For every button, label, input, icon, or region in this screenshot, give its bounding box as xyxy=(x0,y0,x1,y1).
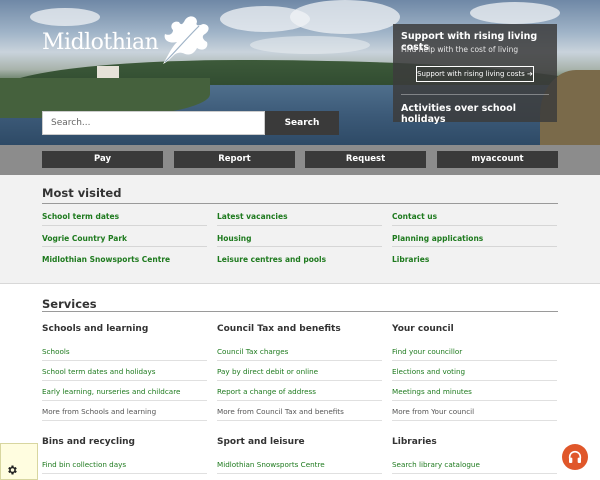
list-item[interactable]: Libraries xyxy=(392,255,429,264)
category-your-council[interactable]: Your council xyxy=(392,324,454,334)
headphones-icon xyxy=(568,450,582,463)
promo-panel: Support with rising living costs Find he… xyxy=(393,24,557,125)
list-item[interactable]: Latest vacancies xyxy=(217,212,288,221)
promo-subtitle: Find help with the cost of living xyxy=(401,45,519,54)
more-link[interactable]: More from Your council xyxy=(392,407,474,416)
search-button[interactable]: Search xyxy=(265,111,339,135)
school-holidays-link[interactable]: Activities over school holidays xyxy=(401,103,557,125)
list-item[interactable]: Contact us xyxy=(392,212,437,221)
list-item[interactable]: Meetings and minutes xyxy=(392,387,472,396)
list-item[interactable]: Planning applications xyxy=(392,234,483,243)
list-item[interactable]: Find your councillor xyxy=(392,347,462,356)
list-item[interactable]: Midlothian Snowsports Centre xyxy=(217,460,325,469)
gear-icon xyxy=(8,465,17,475)
list-item[interactable]: Vogrie Country Park xyxy=(42,234,127,243)
report-button[interactable]: Report xyxy=(174,151,295,168)
search-input[interactable]: Search... xyxy=(42,111,265,135)
category-council-tax[interactable]: Council Tax and benefits xyxy=(217,324,341,334)
list-item[interactable]: Early learning, nurseries and childcare xyxy=(42,387,180,396)
section-separator xyxy=(0,283,600,284)
list-item[interactable]: School term dates and holidays xyxy=(42,367,155,376)
myaccount-button[interactable]: myaccount xyxy=(437,151,558,168)
list-item[interactable]: School term dates xyxy=(42,212,119,221)
list-item[interactable]: Council Tax charges xyxy=(217,347,288,356)
pay-button[interactable]: Pay xyxy=(42,151,163,168)
listen-button[interactable] xyxy=(562,444,588,470)
list-item[interactable]: Elections and voting xyxy=(392,367,465,376)
list-item[interactable]: Report a change of address xyxy=(217,387,316,396)
list-item[interactable]: Pay by direct debit or online xyxy=(217,367,318,376)
promo-divider xyxy=(401,94,549,95)
oak-leaf-logo-icon xyxy=(163,16,209,64)
cookie-settings-button[interactable] xyxy=(0,443,38,480)
list-item[interactable]: Leisure centres and pools xyxy=(217,255,326,264)
more-link[interactable]: More from Council Tax and benefits xyxy=(217,407,344,416)
more-link[interactable]: More from Schools and learning xyxy=(42,407,156,416)
list-item[interactable]: Midlothian Snowsports Centre xyxy=(42,255,170,264)
site-logo[interactable]: Midlothian xyxy=(42,30,159,55)
category-libraries[interactable]: Libraries xyxy=(392,437,437,447)
section-divider xyxy=(42,311,558,312)
category-bins-recycling[interactable]: Bins and recycling xyxy=(42,437,135,447)
most-visited-heading: Most visited xyxy=(42,186,122,200)
category-schools-learning[interactable]: Schools and learning xyxy=(42,324,148,334)
section-divider xyxy=(42,203,558,204)
most-visited-section: Most visited School term dates Vogrie Co… xyxy=(0,175,600,283)
request-button[interactable]: Request xyxy=(305,151,426,168)
list-item[interactable]: Housing xyxy=(217,234,252,243)
living-costs-button[interactable]: Support with rising living costs ➔ xyxy=(416,66,534,82)
list-item[interactable]: Find bin collection days xyxy=(42,460,126,469)
list-item[interactable]: Schools xyxy=(42,347,70,356)
list-item[interactable]: Search library catalogue xyxy=(392,460,480,469)
services-heading: Services xyxy=(42,297,97,311)
action-bar: Pay Report Request myaccount xyxy=(0,145,600,175)
category-sport-leisure[interactable]: Sport and leisure xyxy=(217,437,305,447)
hero-banner: Midlothian Search... Search Support with… xyxy=(0,0,600,145)
